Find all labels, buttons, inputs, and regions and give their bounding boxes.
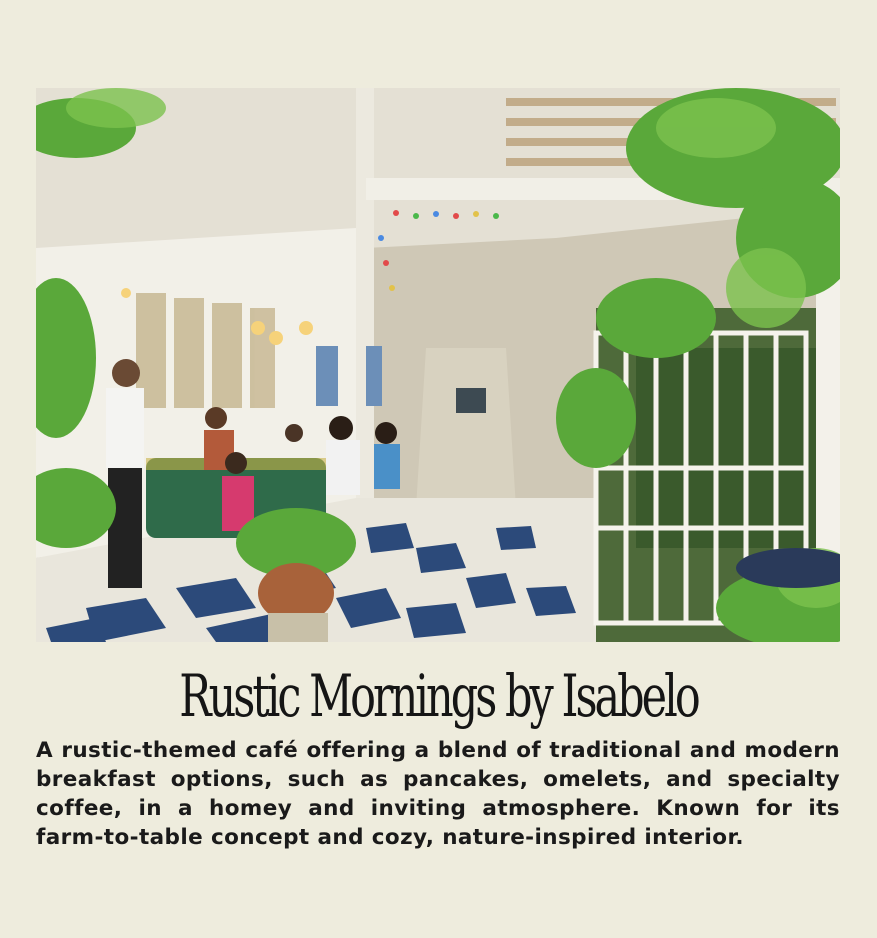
menu-card: Rustic Mornings by Isabelo A rustic-them… [0,0,877,938]
cafe-description: A rustic-themed café offering a blend of… [36,738,840,850]
cafe-interior-illustration [36,88,840,642]
cafe-title: Rustic Mornings by Isabelo [179,662,700,730]
cafe-interior-photo [36,88,840,642]
